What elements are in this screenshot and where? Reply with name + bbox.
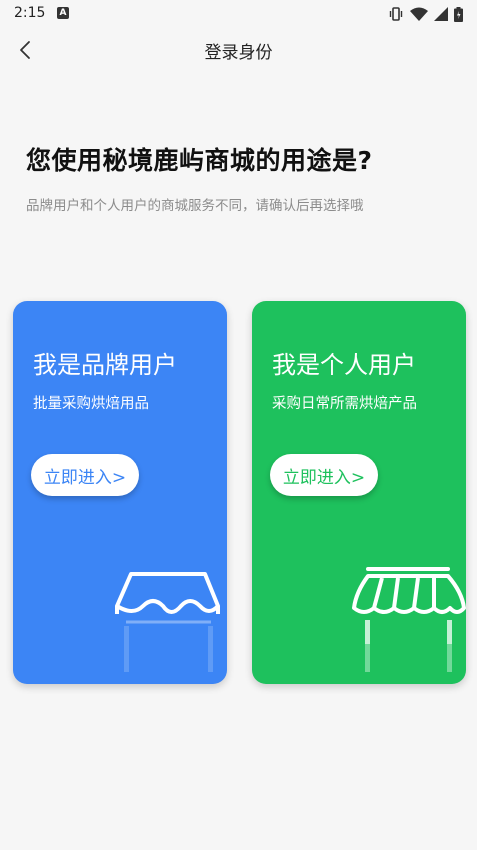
nav-bar: 登录身份 xyxy=(0,30,477,70)
brand-card-description: 批量采购烘焙用品 xyxy=(33,396,149,412)
battery-icon xyxy=(454,6,463,22)
question-heading: 您使用秘境鹿屿商城的用途是? xyxy=(26,146,373,175)
notification-icon: A xyxy=(57,7,69,19)
question-subtitle: 品牌用户和个人用户的商城服务不同，请确认后再选择哦 xyxy=(26,198,364,214)
vibrate-icon xyxy=(388,7,404,21)
brand-enter-button[interactable]: 立即进入> xyxy=(31,454,139,496)
signal-icon xyxy=(434,7,448,21)
personal-card-description: 采购日常所需烘焙产品 xyxy=(272,396,417,412)
page-title: 登录身份 xyxy=(204,43,273,63)
storefront-awning-icon xyxy=(115,572,220,672)
status-bar: 2:15 A xyxy=(0,0,477,30)
brand-card-title: 我是品牌用户 xyxy=(33,351,177,379)
striped-awning-icon xyxy=(352,567,466,672)
personal-enter-button[interactable]: 立即进入> xyxy=(270,454,378,496)
brand-user-card[interactable]: 我是品牌用户 批量采购烘焙用品 立即进入> xyxy=(13,301,227,684)
status-time: 2:15 xyxy=(14,5,46,21)
personal-card-title: 我是个人用户 xyxy=(272,351,416,379)
personal-user-card[interactable]: 我是个人用户 采购日常所需烘焙产品 立即进入> xyxy=(252,301,466,684)
wifi-icon xyxy=(410,7,428,21)
system-icons xyxy=(388,6,463,22)
